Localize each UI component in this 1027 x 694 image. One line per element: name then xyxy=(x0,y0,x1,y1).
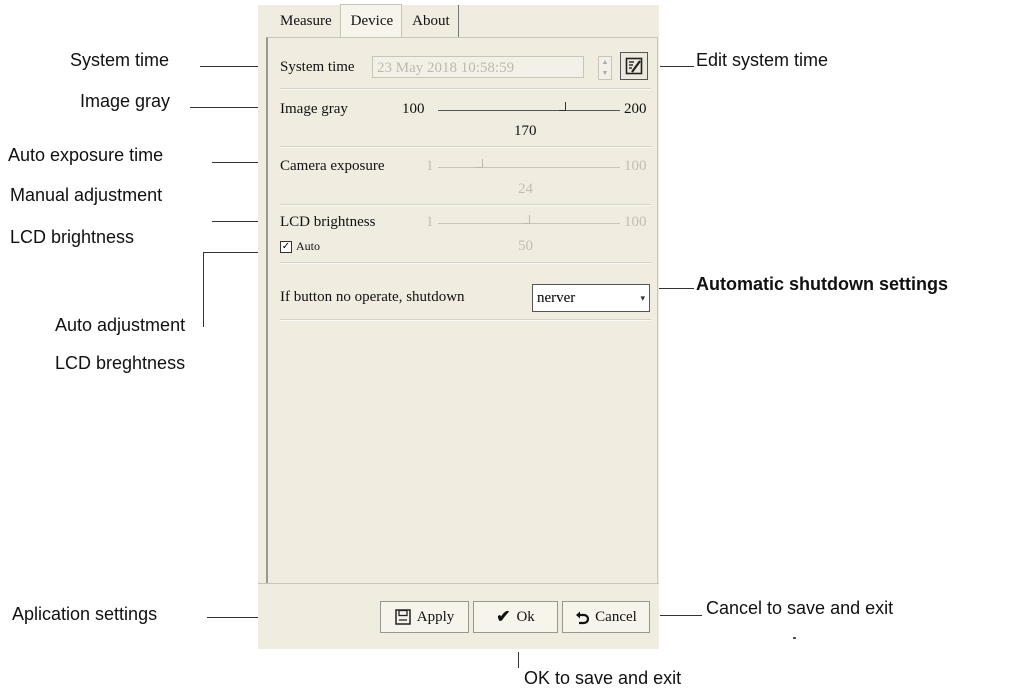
lcd-brightness-max: 100 xyxy=(624,214,647,230)
shutdown-selected: nerver xyxy=(537,290,576,306)
annotation-line xyxy=(660,66,694,67)
settings-dialog: Measure Device About System time 23 May … xyxy=(258,4,659,649)
tab-about[interactable]: About xyxy=(402,5,459,37)
image-gray-value: 170 xyxy=(514,123,537,139)
camera-exposure-slider-handle[interactable] xyxy=(475,159,483,168)
lcd-brightness-min: 1 xyxy=(426,214,434,230)
divider xyxy=(280,204,651,206)
annotation-image-gray: Image gray xyxy=(80,91,171,111)
annotation-line xyxy=(203,252,204,327)
spin-up-icon[interactable]: ▲ xyxy=(602,59,609,66)
spin-down-icon[interactable]: ▼ xyxy=(602,70,609,77)
shutdown-select[interactable]: nerver ▾ xyxy=(532,284,650,312)
edit-icon xyxy=(625,57,643,75)
lcd-auto-checkbox[interactable]: ✓ xyxy=(280,241,292,253)
undo-icon xyxy=(576,611,590,625)
cancel-label: Cancel xyxy=(595,608,637,625)
annotation-cancel-exit: Cancel to save and exit xyxy=(706,598,894,618)
image-gray-slider[interactable] xyxy=(438,110,620,111)
lcd-brightness-value: 50 xyxy=(518,238,533,254)
divider xyxy=(280,262,651,264)
annotation-line xyxy=(660,615,702,616)
edit-system-time-button[interactable] xyxy=(620,52,648,80)
ok-label: Ok xyxy=(516,608,535,625)
divider xyxy=(280,319,651,321)
system-time-field[interactable]: 23 May 2018 10:58:59 xyxy=(372,56,584,78)
camera-exposure-min: 1 xyxy=(426,158,434,174)
device-panel: System time 23 May 2018 10:58:59 ▲ ▼ Ima… xyxy=(266,37,658,584)
annotation-app-settings: Aplication settings xyxy=(12,604,158,624)
annotation-auto-adjust: Auto adjustment xyxy=(55,315,186,335)
lcd-brightness-slider-handle[interactable] xyxy=(523,215,530,224)
cancel-button[interactable]: Cancel xyxy=(562,601,650,633)
apply-label: Apply xyxy=(416,608,455,625)
check-icon: ✓ xyxy=(281,241,291,252)
annotation-auto-shutdown: Automatic shutdown settings xyxy=(696,274,948,294)
annotation-auto-exposure: Auto exposure time xyxy=(8,145,164,165)
annotation-line xyxy=(207,617,260,618)
ok-button[interactable]: ✔ Ok xyxy=(473,601,558,633)
footer-divider xyxy=(258,583,659,584)
system-time-spinner[interactable]: ▲ ▼ xyxy=(598,56,612,80)
image-gray-slider-handle[interactable] xyxy=(559,102,567,111)
apply-button[interactable]: Apply xyxy=(380,601,469,633)
annotation-ok-exit: OK to save and exit xyxy=(524,668,682,688)
stray-mark xyxy=(793,637,796,639)
divider xyxy=(280,146,651,148)
image-gray-min: 100 xyxy=(402,101,425,117)
annotation-manual-adjust: Manual adjustment xyxy=(10,185,163,205)
tab-measure[interactable]: Measure xyxy=(270,5,340,37)
camera-exposure-slider[interactable] xyxy=(438,167,620,168)
chevron-down-icon: ▾ xyxy=(640,293,645,303)
annotation-manual-adjust-lcd: LCD brightness xyxy=(10,227,135,247)
checkmark-icon: ✔ xyxy=(496,607,511,626)
annotation-auto-adjust-lcd: LCD breghtness xyxy=(55,353,186,373)
camera-exposure-max: 100 xyxy=(624,158,647,174)
annotation-system-time: System time xyxy=(70,50,170,70)
image-gray-max: 200 xyxy=(624,101,647,117)
save-icon xyxy=(395,609,411,625)
lcd-auto-label: Auto xyxy=(296,239,320,253)
divider xyxy=(280,88,651,90)
tab-bar: Measure Device About xyxy=(270,4,459,37)
camera-exposure-value: 24 xyxy=(518,181,533,197)
annotation-edit-time: Edit system time xyxy=(696,50,829,70)
annotation-line xyxy=(518,652,519,668)
tab-device[interactable]: Device xyxy=(339,4,403,37)
